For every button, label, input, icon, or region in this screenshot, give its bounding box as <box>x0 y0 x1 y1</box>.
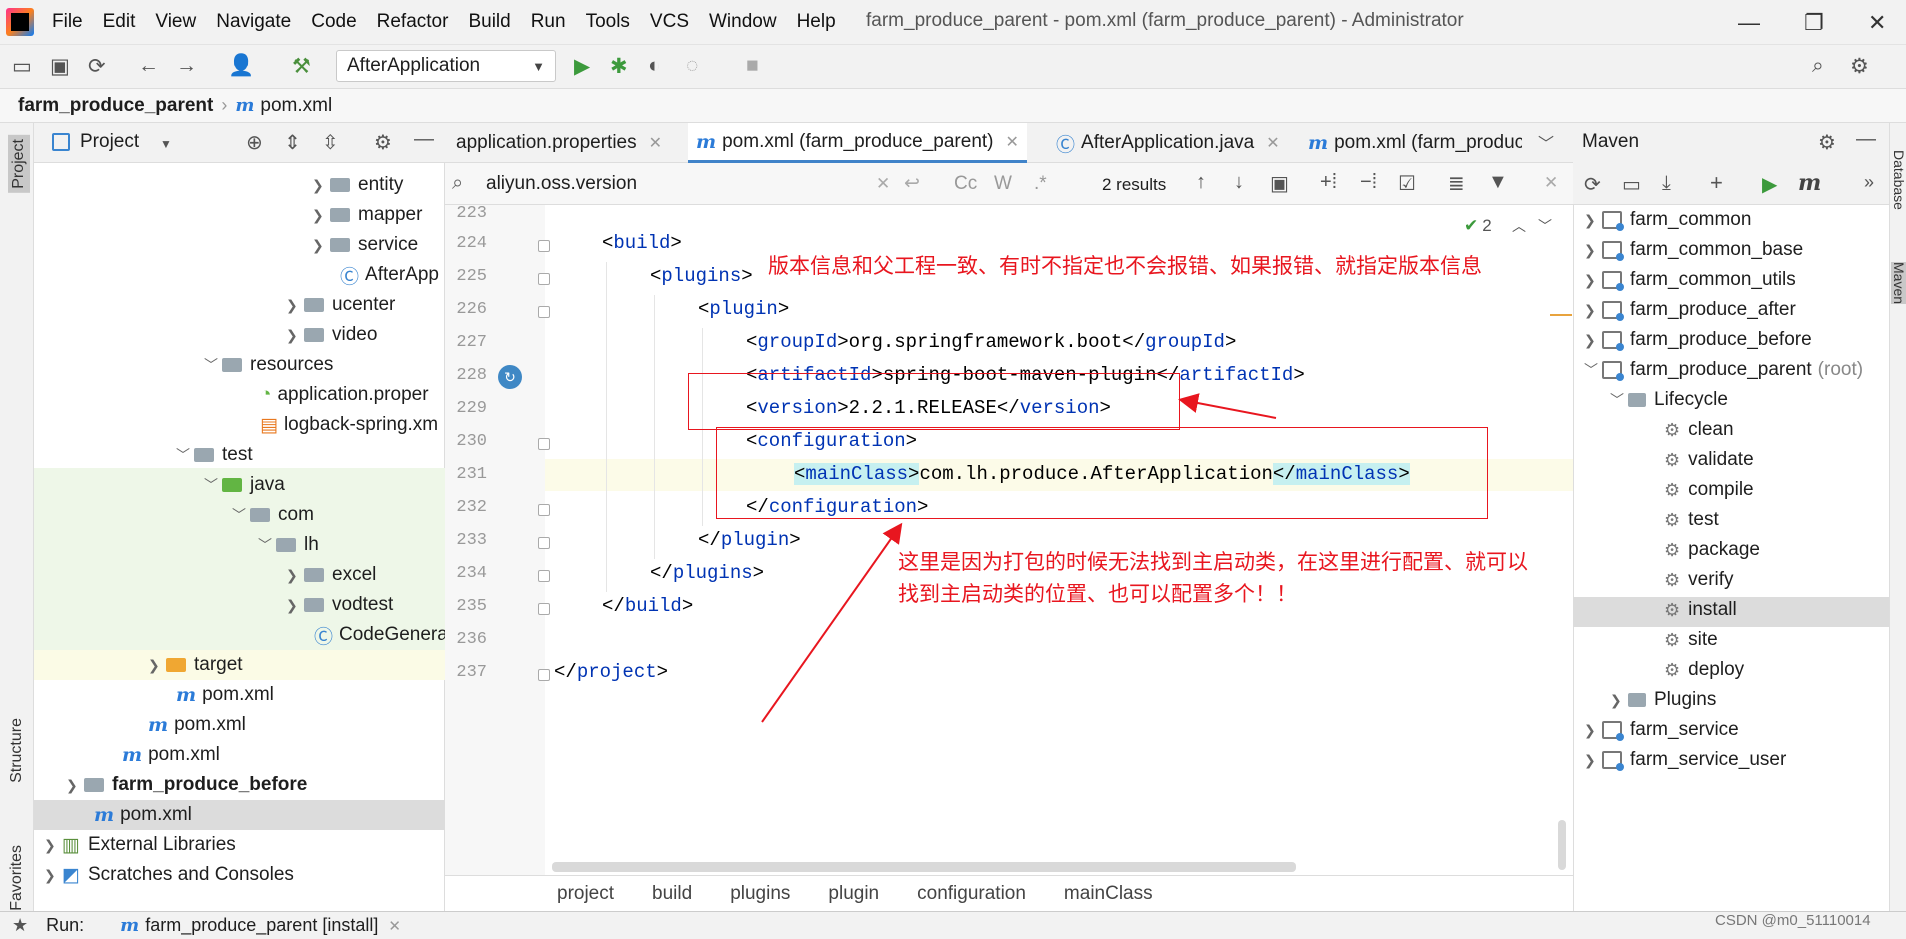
watermark: CSDN @m0_51110014 <box>1715 912 1871 929</box>
chevron-right-icon: ❯ <box>1584 721 1596 738</box>
chevron-right-icon: ❯ <box>1584 211 1596 228</box>
chevron-right-icon: ❯ <box>1584 331 1596 348</box>
maven-lifecycle-group[interactable]: ﹀ Lifecycle <box>1610 385 1728 415</box>
maven-tool-button[interactable]: Maven <box>1891 262 1906 305</box>
maven-module-icon <box>1602 751 1624 771</box>
maven-goal-validate[interactable]: ⚙ validate <box>1664 445 1754 475</box>
run-tool-bar: ★ Run: m farm_produce_parent [install] ✕ <box>0 911 1906 939</box>
breadcrumb-mainclass[interactable]: mainClass <box>1064 883 1153 905</box>
chevron-right-icon: ❯ <box>1584 751 1596 768</box>
maven-module-farm-service[interactable]: ❯ farm_service <box>1584 715 1739 745</box>
maven-module-farm-common-base[interactable]: ❯ farm_common_base <box>1584 235 1803 265</box>
maven-module-icon <box>1602 241 1624 261</box>
maven-goal-compile[interactable]: ⚙ compile <box>1664 475 1754 505</box>
goal-gear-icon: ⚙ <box>1664 539 1681 560</box>
breadcrumb-configuration[interactable]: configuration <box>917 883 1026 905</box>
maven-module-farm-produce-after[interactable]: ❯ farm_produce_after <box>1584 295 1796 325</box>
goal-gear-icon: ⚙ <box>1664 509 1681 530</box>
maven-toolbar <box>1573 163 1889 205</box>
breadcrumb-build[interactable]: build <box>652 883 692 905</box>
maven-panel-title: Maven <box>1582 131 1640 152</box>
close-run-tab-icon[interactable]: ✕ <box>388 917 401 935</box>
database-tool-button[interactable]: Database <box>1891 150 1906 210</box>
goal-gear-icon: ⚙ <box>1664 659 1681 680</box>
goal-gear-icon: ⚙ <box>1664 629 1681 650</box>
maven-module-icon <box>1602 211 1624 231</box>
maven-goal-install[interactable]: ⚙ install <box>1664 595 1737 625</box>
chevron-right-icon: ❯ <box>1584 241 1596 258</box>
chevron-right-icon: ❯ <box>1610 691 1622 708</box>
maven-hide-icon[interactable]: — <box>1856 128 1876 151</box>
vertical-scrollbar[interactable] <box>1558 820 1566 870</box>
maven-icon: m <box>120 915 140 936</box>
lifecycle-folder-icon <box>1628 393 1646 407</box>
execute-goal-icon[interactable]: m <box>1798 170 1821 196</box>
maven-goal-clean[interactable]: ⚙ clean <box>1664 415 1734 445</box>
more-tools-icon[interactable]: » <box>1864 172 1874 193</box>
breadcrumb-plugin[interactable]: plugin <box>828 883 879 905</box>
maven-goal-package[interactable]: ⚙ package <box>1664 535 1760 565</box>
horizontal-scrollbar[interactable] <box>552 862 1296 872</box>
reload-icon[interactable]: ⟳ <box>1584 172 1601 197</box>
maven-module-farm-produce-before[interactable]: ❯ farm_produce_before <box>1584 325 1812 355</box>
maven-module-farm-common-utils[interactable]: ❯ farm_common_utils <box>1584 265 1796 295</box>
add-project-icon[interactable]: + <box>1710 170 1723 196</box>
breadcrumb-project[interactable]: project <box>557 883 614 905</box>
run-maven-icon[interactable]: ▶ <box>1762 172 1777 197</box>
maven-module-icon <box>1602 331 1624 351</box>
maven-settings-gear-icon[interactable]: ⚙ <box>1818 130 1836 155</box>
maven-module-icon <box>1602 271 1624 291</box>
maven-goal-deploy[interactable]: ⚙ deploy <box>1664 655 1744 685</box>
editor-breadcrumb: project build plugins plugin configurati… <box>445 875 1573 911</box>
plugins-folder-icon <box>1628 693 1646 707</box>
maven-module-farm-produce-parent[interactable]: ﹀ farm_produce_parent (root) <box>1584 355 1863 385</box>
maven-goal-site[interactable]: ⚙ site <box>1664 625 1718 655</box>
goal-gear-icon: ⚙ <box>1664 479 1681 500</box>
star-icon: ★ <box>12 915 29 935</box>
maven-goal-test[interactable]: ⚙ test <box>1664 505 1719 535</box>
generate-sources-icon[interactable]: ▭ <box>1622 172 1641 197</box>
breadcrumb-plugins[interactable]: plugins <box>730 883 790 905</box>
maven-goal-verify[interactable]: ⚙ verify <box>1664 565 1734 595</box>
maven-module-icon <box>1602 301 1624 321</box>
download-icon[interactable]: ⤓ <box>1662 172 1671 195</box>
goal-gear-icon: ⚙ <box>1664 419 1681 440</box>
maven-module-icon <box>1602 721 1624 741</box>
maven-module-farm-service-user[interactable]: ❯ farm_service_user <box>1584 745 1786 775</box>
run-tab[interactable]: farm_produce_parent [install] <box>145 915 378 936</box>
goal-gear-icon: ⚙ <box>1664 449 1681 470</box>
chevron-down-icon: ﹀ <box>1610 392 1624 408</box>
chevron-right-icon: ❯ <box>1584 271 1596 288</box>
goal-gear-icon: ⚙ <box>1664 569 1681 590</box>
maven-module-farm-common[interactable]: ❯ farm_common <box>1584 205 1751 235</box>
right-tool-strip <box>1889 123 1906 923</box>
maven-plugins-group[interactable]: ❯ Plugins <box>1610 685 1716 715</box>
chevron-right-icon: ❯ <box>1584 301 1596 318</box>
chevron-down-icon: ﹀ <box>1584 362 1598 378</box>
maven-module-icon <box>1602 361 1624 381</box>
run-label: Run: <box>46 915 85 935</box>
annotation-arrow-configuration <box>761 522 903 723</box>
annotation-arrow-version <box>1178 393 1277 419</box>
goal-gear-icon: ⚙ <box>1664 599 1681 620</box>
